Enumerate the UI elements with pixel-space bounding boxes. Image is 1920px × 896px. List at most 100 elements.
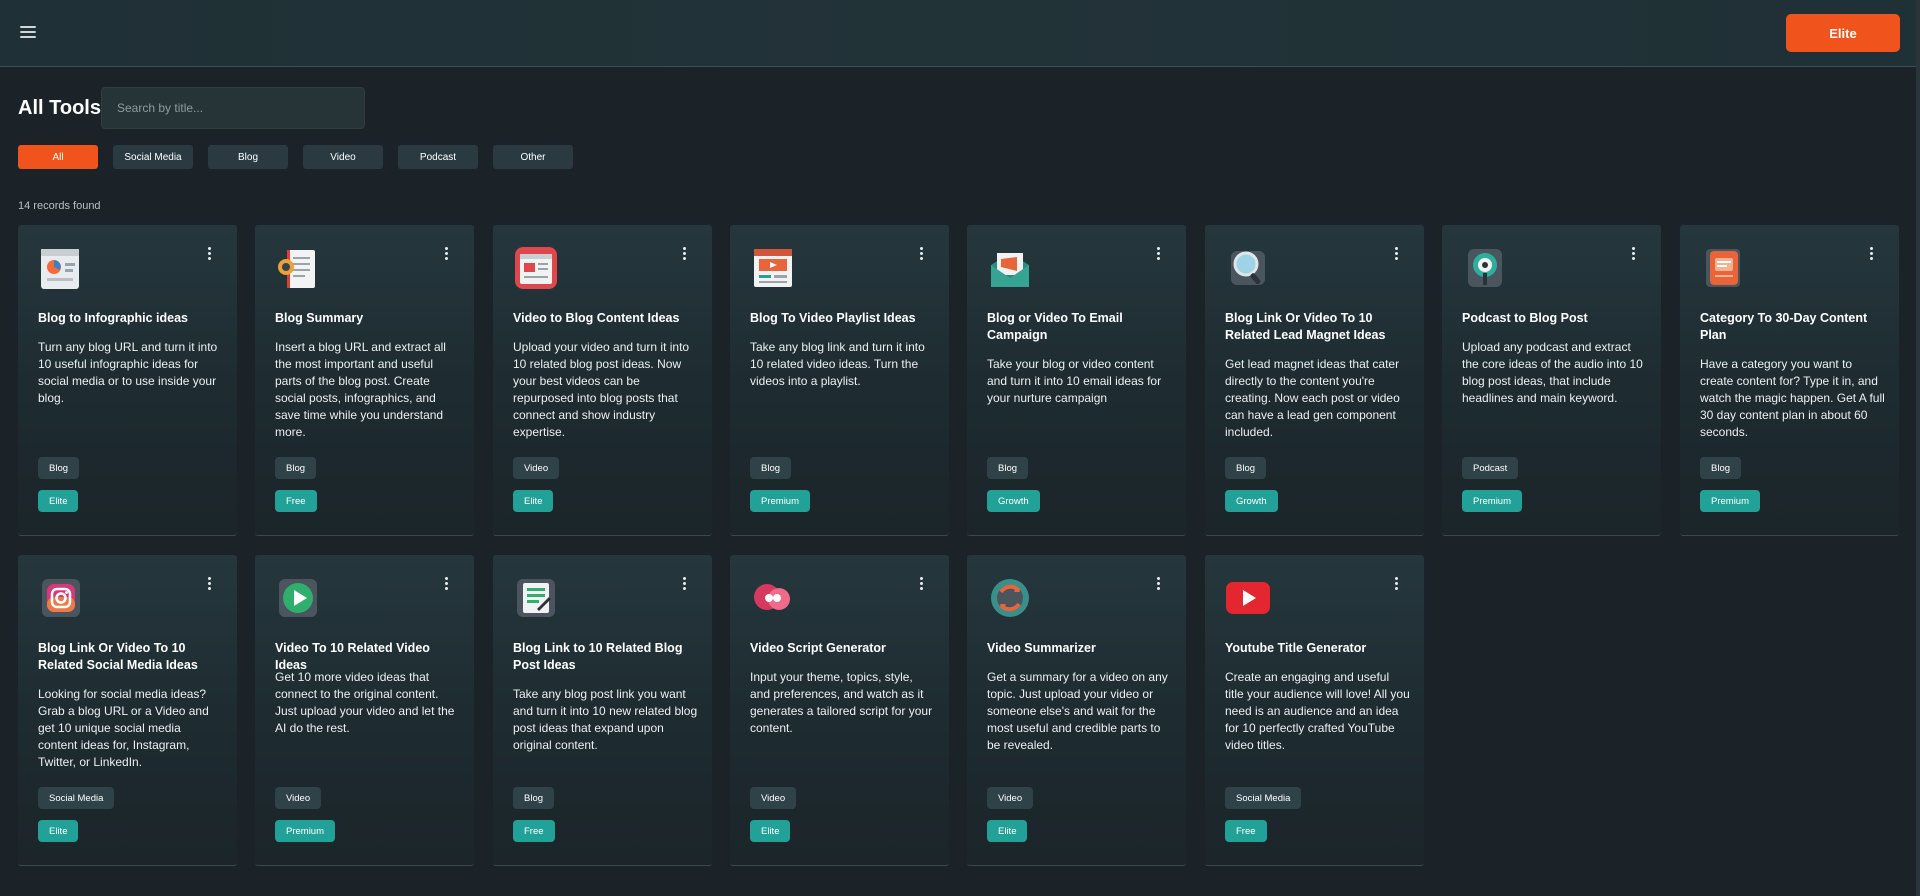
- card-menu-icon[interactable]: [208, 577, 212, 591]
- card-title[interactable]: Youtube Title Generator: [1225, 640, 1410, 657]
- card-menu-icon[interactable]: [920, 577, 924, 591]
- card-menu-icon[interactable]: [683, 247, 687, 261]
- card-description: Take any blog link and turn it into 10 r…: [750, 340, 925, 388]
- card-description: Upload your video and turn it into 10 re…: [513, 340, 690, 439]
- tool-card[interactable]: Blog or Video To Email Campaign Take you…: [967, 225, 1186, 536]
- tier-badge: Free: [275, 490, 317, 512]
- tool-card[interactable]: Category To 30-Day Content Plan Have a c…: [1680, 225, 1899, 536]
- card-description: Create an engaging and useful title your…: [1225, 670, 1410, 752]
- tier-badge: Elite: [750, 820, 791, 842]
- card-title[interactable]: Blog To Video Playlist Ideas: [750, 310, 935, 327]
- menu-icon[interactable]: [20, 26, 36, 38]
- play-icon: [279, 579, 317, 617]
- filter-other[interactable]: Other: [493, 145, 573, 169]
- card-menu-icon[interactable]: [1395, 247, 1399, 261]
- category-badge: Video: [987, 787, 1034, 809]
- tier-badge: Elite: [38, 820, 79, 842]
- top-bar: Elite: [0, 0, 1920, 67]
- card-title[interactable]: Video Summarizer: [987, 640, 1172, 657]
- filter-video[interactable]: Video: [303, 145, 383, 169]
- card-title[interactable]: Category To 30-Day Content Plan: [1700, 310, 1885, 344]
- card-description: Have a category you want to create conte…: [1700, 357, 1885, 439]
- card-menu-icon[interactable]: [445, 577, 449, 591]
- category-badge: Blog: [750, 457, 792, 479]
- card-title[interactable]: Podcast to Blog Post: [1462, 310, 1647, 327]
- tool-card[interactable]: Blog Summary Insert a blog URL and extra…: [255, 225, 474, 536]
- tier-badge: Premium: [1700, 490, 1761, 512]
- instagram-icon: [42, 579, 80, 617]
- category-badge: Video: [513, 457, 560, 479]
- tier-badge: Premium: [750, 490, 811, 512]
- tier-badge: Elite: [513, 490, 554, 512]
- card-title[interactable]: Blog to Infographic ideas: [38, 310, 223, 327]
- filter-social-media[interactable]: Social Media: [113, 145, 193, 169]
- page-title: All Tools: [18, 97, 101, 119]
- card-description: Take any blog post link you want and tur…: [513, 687, 698, 752]
- content-plan-icon: [1706, 249, 1740, 287]
- filter-podcast[interactable]: Podcast: [398, 145, 478, 169]
- category-badge: Blog: [513, 787, 555, 809]
- tool-card[interactable]: Podcast to Blog Post Upload any podcast …: [1442, 225, 1661, 536]
- card-menu-icon[interactable]: [1395, 577, 1399, 591]
- search-field[interactable]: [101, 87, 365, 129]
- tier-badge: Elite: [38, 490, 79, 512]
- tier-badge: Elite: [987, 820, 1028, 842]
- tier-badge: Growth: [987, 490, 1040, 512]
- elite-button[interactable]: Elite: [1786, 14, 1900, 52]
- card-title[interactable]: Blog Link Or Video To 10 Related Lead Ma…: [1225, 310, 1410, 344]
- category-badge: Podcast: [1462, 457, 1519, 479]
- card-description: Upload any podcast and extract the core …: [1462, 340, 1643, 405]
- card-description: Turn any blog URL and turn it into 10 us…: [38, 340, 218, 405]
- card-title[interactable]: Blog Link Or Video To 10 Related Social …: [38, 640, 223, 674]
- video-playlist-icon: [754, 249, 792, 287]
- card-title[interactable]: Blog or Video To Email Campaign: [987, 310, 1172, 344]
- tier-badge: Premium: [1462, 490, 1523, 512]
- records-count: 14 records found: [18, 200, 101, 212]
- filter-bar: All Social Media Blog Video Podcast Othe…: [18, 145, 588, 169]
- card-menu-icon[interactable]: [920, 247, 924, 261]
- card-description: Looking for social media ideas? Grab a b…: [38, 687, 209, 769]
- tool-card[interactable]: Blog Link to 10 Related Blog Post Ideas …: [493, 555, 712, 866]
- card-menu-icon[interactable]: [1632, 247, 1636, 261]
- category-badge: Video: [750, 787, 797, 809]
- filter-all[interactable]: All: [18, 145, 98, 169]
- magnifier-icon: [1231, 251, 1265, 285]
- tool-card[interactable]: Blog to Infographic ideas Turn any blog …: [18, 225, 237, 536]
- tool-card[interactable]: Blog Link Or Video To 10 Related Social …: [18, 555, 237, 866]
- search-input[interactable]: [115, 100, 359, 116]
- tool-card[interactable]: Youtube Title Generator Create an engagi…: [1205, 555, 1424, 866]
- scrollbar[interactable]: [1916, 0, 1920, 896]
- infographic-icon: [41, 249, 79, 289]
- tier-badge: Free: [513, 820, 555, 842]
- tool-card[interactable]: Video Script Generator Input your theme,…: [730, 555, 949, 866]
- tool-card[interactable]: Video To 10 Related Video Ideas Get 10 m…: [255, 555, 474, 866]
- card-title[interactable]: Video Script Generator: [750, 640, 935, 657]
- tier-badge: Growth: [1225, 490, 1278, 512]
- tier-badge: Premium: [275, 820, 336, 842]
- category-badge: Blog: [275, 457, 317, 479]
- card-description: Get 10 more video ideas that connect to …: [275, 670, 455, 735]
- card-menu-icon[interactable]: [1157, 577, 1161, 591]
- filter-blog[interactable]: Blog: [208, 145, 288, 169]
- card-description: Get a summary for a video on any topic. …: [987, 670, 1168, 752]
- tool-card[interactable]: Video to Blog Content Ideas Upload your …: [493, 225, 712, 536]
- card-menu-icon[interactable]: [683, 577, 687, 591]
- youtube-icon: [1226, 582, 1270, 614]
- card-description: Take your blog or video content and turn…: [987, 357, 1162, 405]
- card-title[interactable]: Video to Blog Content Ideas: [513, 310, 698, 327]
- tool-card[interactable]: Blog Link Or Video To 10 Related Lead Ma…: [1205, 225, 1424, 536]
- category-badge: Blog: [38, 457, 80, 479]
- card-menu-icon[interactable]: [1157, 247, 1161, 261]
- summary-document-icon: [278, 250, 315, 288]
- email-campaign-icon: [991, 253, 1029, 287]
- card-menu-icon[interactable]: [1870, 247, 1874, 261]
- card-title[interactable]: Blog Link to 10 Related Blog Post Ideas: [513, 640, 698, 674]
- podcast-icon: [1468, 249, 1502, 287]
- card-menu-icon[interactable]: [208, 247, 212, 261]
- tool-card[interactable]: Blog To Video Playlist Ideas Take any bl…: [730, 225, 949, 536]
- category-badge: Video: [275, 787, 322, 809]
- category-badge: Blog: [1700, 457, 1742, 479]
- tool-card[interactable]: Video Summarizer Get a summary for a vid…: [967, 555, 1186, 866]
- card-menu-icon[interactable]: [445, 247, 449, 261]
- card-title[interactable]: Blog Summary: [275, 310, 460, 327]
